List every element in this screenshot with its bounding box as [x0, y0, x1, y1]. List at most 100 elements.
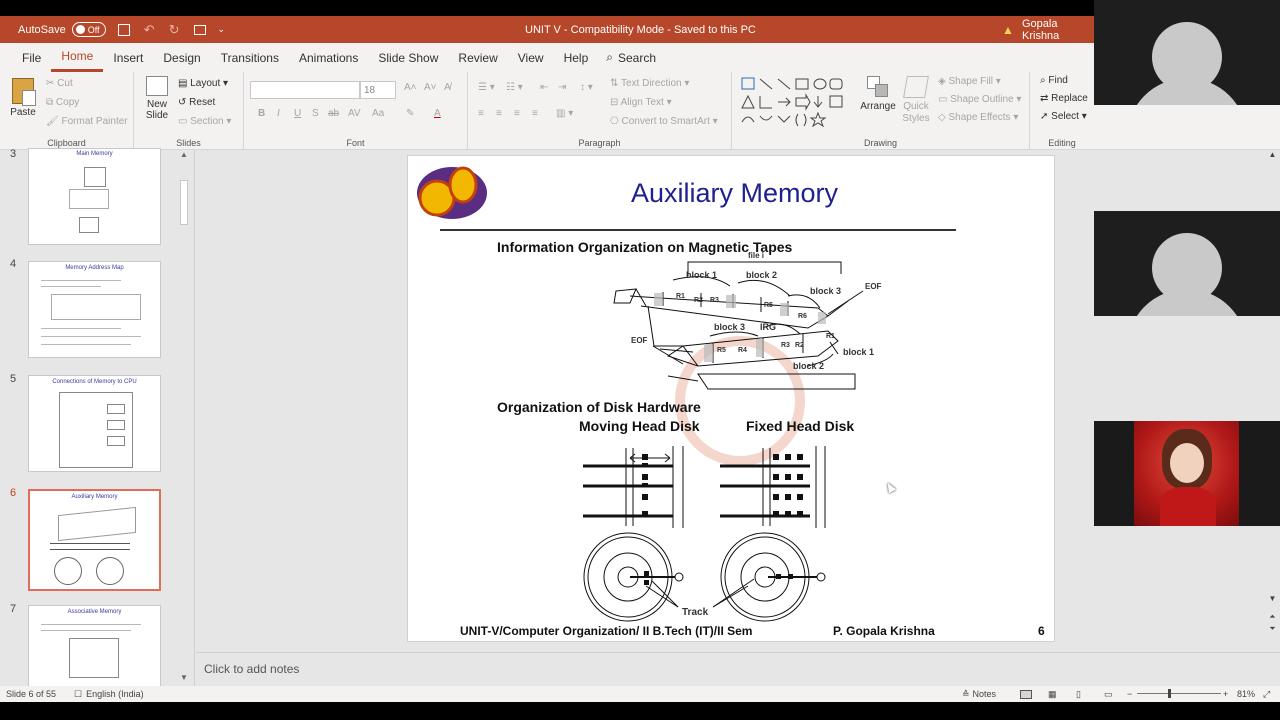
align-right-icon[interactable]: ≡ — [514, 108, 520, 119]
thumbnail-slide-4[interactable]: Memory Address Map — [28, 261, 161, 358]
arrange-button[interactable]: Arrange — [860, 76, 896, 112]
shadow-icon[interactable]: S — [312, 108, 319, 119]
tape-label-eof1: EOF — [865, 282, 882, 291]
scroll-up-icon[interactable]: ▲ — [1265, 150, 1280, 159]
tab-file[interactable]: File — [12, 43, 51, 72]
select-button[interactable]: ➚ Select ▾ — [1040, 111, 1087, 122]
char-spacing-icon[interactable]: AV — [348, 108, 361, 119]
tab-animations[interactable]: Animations — [289, 43, 368, 72]
grow-font-icon[interactable]: A˄ — [404, 82, 417, 93]
align-left-icon[interactable]: ≡ — [478, 108, 484, 119]
thumbnail-slide-3[interactable]: Main Memory — [28, 148, 161, 245]
slide-title[interactable]: Auxiliary Memory — [408, 178, 1056, 209]
shape-effects-button[interactable]: ◇ Shape Effects ▾ — [938, 112, 1018, 123]
slideshow-icon[interactable]: ▭ — [1104, 689, 1113, 700]
video-tile-participant-2[interactable] — [1094, 211, 1280, 316]
scroll-down-icon[interactable]: ▼ — [178, 673, 190, 682]
video-tile-participant-1[interactable] — [1094, 0, 1280, 105]
paragraph-label: Paragraph — [578, 138, 621, 148]
customize-qat-icon[interactable]: ⌄ — [218, 24, 226, 35]
tab-insert[interactable]: Insert — [103, 43, 153, 72]
disk-heading[interactable]: Organization of Disk Hardware — [497, 399, 701, 415]
zoom-level[interactable]: 81% — [1237, 689, 1255, 699]
format-painter-button[interactable]: 🖌 Format Painter — [46, 116, 128, 127]
scroll-up-icon[interactable]: ▲ — [178, 150, 190, 159]
slide-sorter-icon[interactable]: ▦ — [1048, 689, 1057, 700]
autosave-toggle[interactable]: Off — [71, 22, 106, 37]
notes-pane[interactable]: Click to add notes — [196, 652, 1280, 686]
zoom-in-icon[interactable]: + — [1223, 689, 1228, 699]
align-center-icon[interactable]: ≡ — [496, 108, 502, 119]
find-button[interactable]: ⌕ Find — [1040, 75, 1068, 86]
align-text-button[interactable]: ⊟ Align Text ▾ — [610, 97, 672, 108]
copy-button[interactable]: ⧉ Copy — [46, 97, 79, 108]
undo-icon[interactable]: ↶ — [144, 22, 155, 38]
user-name[interactable]: Gopala Krishna — [1022, 18, 1094, 42]
new-slide-button[interactable]: New Slide — [142, 76, 172, 121]
present-icon[interactable] — [193, 24, 206, 35]
shapes-gallery[interactable] — [740, 76, 852, 128]
underline-icon[interactable]: U — [294, 108, 301, 119]
title-bar: AutoSave Off ↶ ↻ ⌄ UNIT V - Compatibilit… — [0, 16, 1094, 43]
increase-indent-icon[interactable]: ⇥ — [558, 82, 566, 93]
shrink-font-icon[interactable]: A˅ — [424, 82, 437, 93]
redo-icon[interactable]: ↻ — [169, 22, 180, 38]
section-button[interactable]: ▭ Section ▾ — [178, 116, 231, 127]
strikethrough-icon[interactable]: ab — [328, 108, 339, 119]
cut-button[interactable]: ✂ Cut — [46, 78, 73, 89]
notes-placeholder[interactable]: Click to add notes — [204, 662, 299, 676]
save-icon[interactable] — [117, 23, 130, 36]
shape-outline-button[interactable]: ▭ Shape Outline ▾ — [938, 94, 1021, 105]
columns-icon[interactable]: ▥ ▾ — [556, 108, 573, 119]
spellcheck-icon[interactable]: ☐ — [74, 689, 82, 700]
layout-button[interactable]: ▤ Layout ▾ — [178, 78, 228, 89]
decrease-indent-icon[interactable]: ⇤ — [540, 82, 548, 93]
scroll-down-icon[interactable]: ▼ — [1265, 594, 1280, 603]
font-size-box[interactable]: 18 — [360, 81, 396, 99]
bold-icon[interactable]: B — [258, 108, 265, 119]
tab-design[interactable]: Design — [153, 43, 210, 72]
line-spacing-icon[interactable]: ↕ ▾ — [580, 82, 593, 93]
thumbnail-slide-5[interactable]: Connections of Memory to CPU — [28, 375, 161, 472]
italic-icon[interactable]: I — [277, 108, 280, 119]
clear-format-icon[interactable]: A̸ — [444, 82, 451, 93]
text-direction-button[interactable]: ⇅ Text Direction ▾ — [610, 78, 689, 89]
replace-button[interactable]: ⇄ Replace — [1040, 93, 1088, 104]
quick-styles-button[interactable]: Quick Styles — [898, 76, 934, 125]
prev-slide-icon[interactable]: ⏶ — [1265, 612, 1280, 622]
zoom-out-icon[interactable]: − — [1127, 689, 1132, 699]
slide-canvas[interactable]: Auxiliary Memory Information Organizatio… — [407, 155, 1055, 642]
next-slide-icon[interactable]: ⏷ — [1265, 624, 1280, 634]
shape-fill-button[interactable]: ◈ Shape Fill ▾ — [938, 76, 1001, 87]
zoom-slider[interactable] — [1137, 693, 1221, 694]
font-name-box[interactable] — [250, 81, 360, 99]
zoom-slider-thumb[interactable] — [1168, 689, 1171, 698]
thumbnail-slide-6-selected[interactable]: Auxiliary Memory — [28, 489, 161, 591]
tab-home[interactable]: Home — [51, 43, 104, 72]
bullets-icon[interactable]: ☰ ▾ — [478, 82, 495, 93]
language-indicator[interactable]: English (India) — [86, 689, 144, 699]
video-tile-participant-3[interactable] — [1094, 421, 1280, 526]
warning-icon[interactable]: ▲ — [1002, 23, 1014, 37]
tab-view[interactable]: View — [508, 43, 554, 72]
tab-help[interactable]: Help — [554, 43, 599, 72]
scroll-thumb[interactable] — [180, 180, 188, 225]
font-color-icon[interactable]: A — [434, 108, 441, 119]
fit-slide-icon[interactable]: ⤢ — [1263, 689, 1270, 700]
tab-transitions[interactable]: Transitions — [211, 43, 289, 72]
notes-button[interactable]: ≙ Notes — [962, 689, 996, 700]
highlight-icon[interactable]: ✎ — [406, 108, 414, 119]
change-case-icon[interactable]: Aa — [372, 108, 384, 119]
track-label: Track — [682, 607, 709, 618]
reading-view-icon[interactable]: ▯ — [1076, 689, 1081, 700]
tab-review[interactable]: Review — [448, 43, 507, 72]
paste-button[interactable]: Paste — [8, 78, 38, 118]
justify-icon[interactable]: ≡ — [532, 108, 538, 119]
thumbnail-scrollbar[interactable]: ▲ ▼ — [178, 150, 190, 686]
convert-smartart-button[interactable]: ⎔ Convert to SmartArt ▾ — [610, 116, 718, 127]
search-box[interactable]: ⌕ Search — [606, 50, 656, 65]
normal-view-icon[interactable] — [1020, 689, 1032, 699]
tab-slide-show[interactable]: Slide Show — [368, 43, 448, 72]
reset-button[interactable]: ↺ Reset — [178, 97, 215, 108]
numbering-icon[interactable]: ☷ ▾ — [506, 82, 523, 93]
